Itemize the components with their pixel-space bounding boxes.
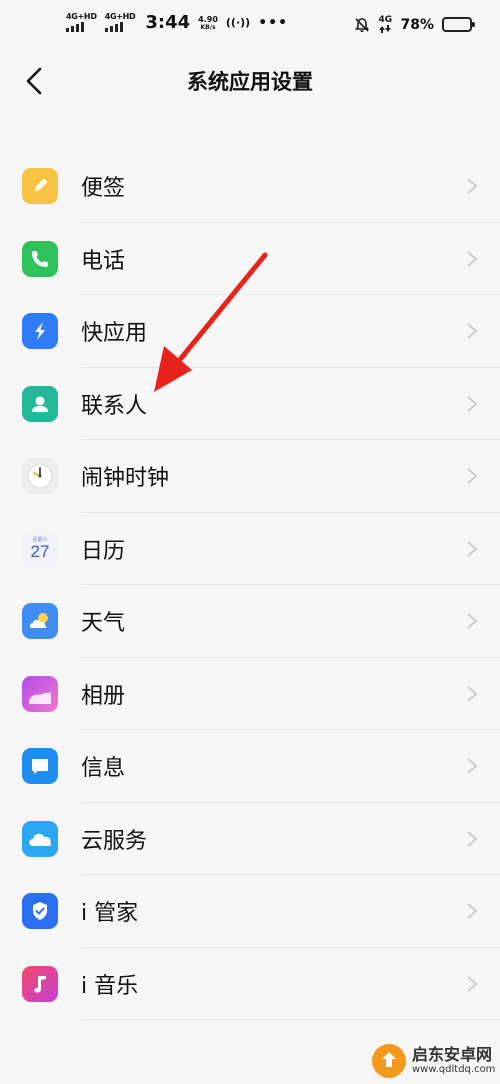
data-arrows-icon	[379, 25, 392, 33]
list-item-iguard[interactable]: i 管家	[0, 875, 500, 948]
chevron-right-icon	[467, 976, 478, 992]
calendar-day: 27	[30, 541, 50, 561]
more-notifications-icon: •••	[258, 14, 289, 31]
watermark-name: 启东安卓网	[412, 1045, 493, 1064]
battery-percent: 78%	[400, 16, 434, 33]
item-label: 联系人	[81, 393, 148, 419]
watermark-url: www.qdltdq.com	[412, 1064, 496, 1075]
signal-1: 4G+HD	[66, 13, 97, 32]
page-title: 系统应用设置	[187, 70, 313, 94]
watermark: 启东安卓网 www.qdltdq.com	[372, 1044, 495, 1078]
item-label: i 音乐	[81, 973, 139, 999]
status-bar: 4G+HD 4G+HD 3:44 4.90 KB/s ((·)) ••• 4G …	[0, 0, 500, 56]
item-label: 电话	[81, 248, 126, 274]
item-label: 云服务	[81, 828, 148, 854]
chevron-right-icon	[467, 468, 478, 484]
list-item-music[interactable]: i 音乐	[0, 948, 500, 1020]
hotspot-icon: ((·))	[225, 16, 251, 29]
divider	[81, 1019, 500, 1020]
phone-icon	[22, 240, 58, 277]
mobile-data: 4G	[378, 16, 392, 33]
watermark-logo-icon	[372, 1044, 406, 1078]
list-item-messages[interactable]: 信息	[0, 730, 500, 803]
chevron-right-icon	[467, 831, 478, 847]
chevron-right-icon	[467, 903, 478, 919]
status-left: 4G+HD 4G+HD 3:44 4.90 KB/s ((·)) •••	[66, 12, 288, 33]
list-item-calendar[interactable]: 星期六 27 日历	[0, 513, 500, 585]
chevron-right-icon	[467, 613, 478, 629]
network-type-right: 4G	[378, 15, 393, 25]
item-label: 日历	[81, 538, 126, 564]
network-type-1: 4G+HD	[66, 12, 97, 21]
chevron-right-icon	[467, 323, 478, 339]
signal-bars-icon	[104, 22, 123, 32]
weather-icon	[22, 603, 58, 640]
music-icon	[22, 965, 58, 1002]
item-label: 天气	[81, 611, 126, 637]
list-item-album[interactable]: 相册	[0, 658, 500, 730]
speed-value: 4.90	[198, 14, 218, 24]
network-type-2: 4G+HD	[104, 12, 136, 21]
list-item-clock[interactable]: 闹钟时钟	[0, 440, 500, 513]
speed-unit: KB/s	[200, 23, 216, 31]
chevron-right-icon	[467, 178, 478, 194]
cloud-icon	[22, 820, 58, 857]
chevron-right-icon	[467, 251, 478, 267]
network-speed: 4.90 KB/s	[198, 15, 218, 31]
item-label: 闹钟时钟	[81, 466, 170, 492]
shield-icon	[22, 893, 58, 930]
status-time: 3:44	[145, 12, 191, 33]
red-arrow-icon	[154, 252, 268, 392]
mute-bell-icon	[355, 17, 370, 32]
chevron-right-icon	[467, 541, 478, 557]
message-icon	[22, 748, 58, 785]
app-header: 系统应用设置	[0, 56, 500, 116]
contacts-icon	[22, 385, 58, 422]
item-label: 信息	[81, 756, 126, 782]
signal-2: 4G+HD	[104, 12, 136, 32]
chevron-right-icon	[467, 686, 478, 702]
signal-bars-icon	[66, 22, 84, 32]
item-label: i 管家	[81, 901, 139, 927]
watermark-text: 启东安卓网 www.qdltdq.com	[412, 1046, 495, 1076]
quick-app-icon	[22, 313, 58, 350]
clock-icon	[22, 458, 58, 495]
note-icon	[22, 168, 58, 205]
chevron-right-icon	[467, 758, 478, 774]
list-item-weather[interactable]: 天气	[0, 585, 500, 658]
item-label: 相册	[81, 683, 126, 709]
item-label: 快应用	[81, 321, 148, 347]
status-right: 4G 78%	[354, 16, 475, 33]
list-item-cloud[interactable]: 云服务	[0, 803, 500, 875]
list-item-notes[interactable]: 便签	[0, 150, 500, 223]
item-label: 便签	[81, 176, 126, 202]
calendar-icon: 星期六 27	[22, 530, 58, 567]
album-icon	[22, 675, 58, 712]
chevron-right-icon	[467, 396, 478, 412]
battery-icon	[442, 17, 475, 32]
